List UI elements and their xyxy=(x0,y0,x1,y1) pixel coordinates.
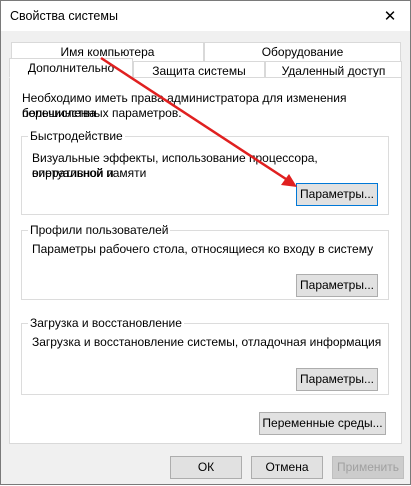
performance-settings-button[interactable]: Параметры... xyxy=(296,183,378,206)
system-properties-window: Свойства системы ✕ Имя компьютера Оборуд… xyxy=(0,0,411,485)
admin-note-line2: перечисленных параметров. xyxy=(22,106,182,120)
performance-title: Быстродействие xyxy=(28,128,125,144)
startup-recovery-settings-button[interactable]: Параметры... xyxy=(296,368,378,391)
startup-recovery-title: Загрузка и восстановление xyxy=(28,315,184,331)
ok-button[interactable]: ОК xyxy=(170,456,242,479)
user-profiles-group: Профили пользователей Параметры рабочего… xyxy=(21,222,389,300)
tab-label: Защита системы xyxy=(152,64,246,78)
environment-variables-button[interactable]: Переменные среды... xyxy=(259,412,386,435)
startup-recovery-group: Загрузка и восстановление Загрузка и вос… xyxy=(21,315,389,395)
tab-hardware[interactable]: Оборудование xyxy=(204,42,401,61)
advanced-tab-panel: Необходимо иметь права администратора дл… xyxy=(9,77,402,444)
tab-label: Дополнительно xyxy=(27,61,115,75)
cancel-button[interactable]: Отмена xyxy=(251,456,323,479)
window-title: Свойства системы xyxy=(10,9,118,23)
apply-button[interactable]: Применить xyxy=(332,456,404,479)
close-button[interactable]: ✕ xyxy=(370,1,410,31)
tab-label: Удаленный доступ xyxy=(281,64,386,78)
user-profiles-desc: Параметры рабочего стола, относящиеся ко… xyxy=(32,242,374,256)
close-icon: ✕ xyxy=(383,8,397,25)
user-profiles-settings-button[interactable]: Параметры... xyxy=(296,274,378,297)
performance-group: Быстродействие Визуальные эффекты, испол… xyxy=(21,128,389,215)
tab-label: Оборудование xyxy=(261,45,344,59)
user-profiles-title: Профили пользователей xyxy=(28,222,171,238)
performance-desc-line2: виртуальной памяти xyxy=(32,166,147,180)
tab-label: Имя компьютера xyxy=(60,45,155,59)
tab-advanced[interactable]: Дополнительно xyxy=(9,58,133,78)
startup-recovery-desc: Загрузка и восстановление системы, отлад… xyxy=(32,335,382,349)
title-bar: Свойства системы ✕ xyxy=(1,1,410,31)
